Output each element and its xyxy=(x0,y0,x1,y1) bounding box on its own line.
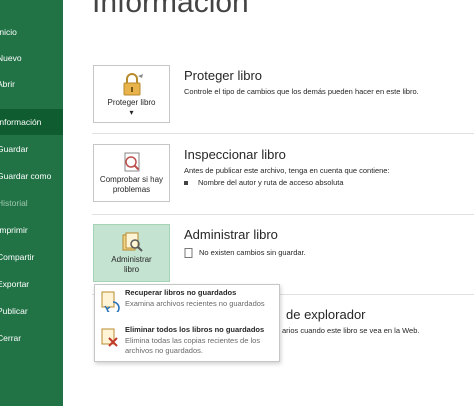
nav-inicio[interactable]: Inicio xyxy=(0,19,63,45)
inspect-bullet-text: Nombre del autor y ruta de acceso absolu… xyxy=(198,178,344,187)
page-title: Información xyxy=(92,0,249,19)
nav-informacion[interactable]: Información xyxy=(0,109,63,135)
recover-title: Recuperar libros no guardados xyxy=(125,288,237,297)
nav-label: Exportar xyxy=(0,279,30,289)
manage-status: No existen cambios sin guardar. xyxy=(184,248,306,259)
delete-document-icon xyxy=(101,328,118,347)
nav-compartir[interactable]: Compartir xyxy=(0,244,63,270)
menu-item-recover[interactable]: Recuperar libros no guardados Examina ar… xyxy=(95,288,279,324)
browser-description: arios cuando este libro se vea en la Web… xyxy=(282,326,420,335)
delete-desc: Elimina todas las copias recientes de lo… xyxy=(125,336,261,355)
nav-label: Guardar xyxy=(0,144,29,154)
inspect-description: Antes de publicar este archivo, tenga en… xyxy=(184,166,390,175)
inspect-bullet: Nombre del autor y ruta de acceso absolu… xyxy=(184,178,344,187)
bullet-icon xyxy=(184,181,188,186)
nav-label: Información xyxy=(0,117,42,127)
nav-publicar[interactable]: Publicar xyxy=(0,298,63,324)
nav-abrir[interactable]: Abrir xyxy=(0,71,63,97)
nav-guardar[interactable]: Guardar xyxy=(0,136,63,162)
nav-label: Guardar como xyxy=(0,171,52,181)
nav-imprimir[interactable]: Imprimir xyxy=(0,217,63,243)
nav-exportar[interactable]: Exportar xyxy=(0,271,63,297)
protect-workbook-button[interactable]: Proteger libro ▾ xyxy=(93,65,170,123)
protect-title: Proteger libro xyxy=(184,68,263,83)
recover-desc: Examina archivos recientes no guardados xyxy=(125,299,265,308)
nav-label: Historial xyxy=(0,198,28,208)
nav-guardar-como[interactable]: Guardar como xyxy=(0,163,63,189)
check-issues-label-1: Comprobar si hay xyxy=(99,175,164,184)
backstage-sidebar: Inicio Nuevo Abrir Información Guardar G… xyxy=(0,0,63,406)
browser-title: de explorador xyxy=(286,307,366,322)
protect-description: Controle el tipo de cambios que los demá… xyxy=(184,87,419,96)
nav-label: Compartir xyxy=(0,252,35,262)
check-issues-button[interactable]: Comprobar si hay problemas xyxy=(93,144,170,202)
recover-document-icon xyxy=(101,291,120,312)
nav-nuevo[interactable]: Nuevo xyxy=(0,45,63,71)
divider xyxy=(92,133,474,134)
menu-item-delete[interactable]: Eliminar todos los libros no guardados E… xyxy=(95,325,279,361)
manage-label-1: Administrar xyxy=(111,255,152,264)
lock-key-icon xyxy=(123,73,143,96)
nav-cerrar[interactable]: Cerrar xyxy=(0,325,63,351)
protect-button-label: Proteger libro xyxy=(107,98,156,107)
document-icon xyxy=(184,248,193,259)
manage-title: Administrar libro xyxy=(184,227,278,242)
document-inspect-icon xyxy=(124,152,139,172)
manage-label-2: libro xyxy=(123,265,140,274)
nav-label: Publicar xyxy=(0,306,28,316)
manage-status-text: No existen cambios sin guardar. xyxy=(199,248,306,257)
check-issues-label-2: problemas xyxy=(112,185,151,194)
nav-label: Inicio xyxy=(0,27,17,37)
nav-label: Cerrar xyxy=(0,333,22,343)
nav-label: Imprimir xyxy=(0,225,28,235)
manage-workbook-button[interactable]: Administrar libro xyxy=(93,224,170,282)
delete-title: Eliminar todos los libros no guardados xyxy=(125,325,265,334)
nav-historial: Historial xyxy=(0,190,63,216)
nav-label: Nuevo xyxy=(0,53,22,63)
dropdown-caret: ▾ xyxy=(129,108,134,117)
divider xyxy=(92,214,474,215)
nav-label: Abrir xyxy=(0,79,15,89)
inspect-title: Inspeccionar libro xyxy=(184,147,286,162)
manage-workbook-menu: Recuperar libros no guardados Examina ar… xyxy=(94,284,280,362)
manage-workbook-icon xyxy=(122,232,143,252)
